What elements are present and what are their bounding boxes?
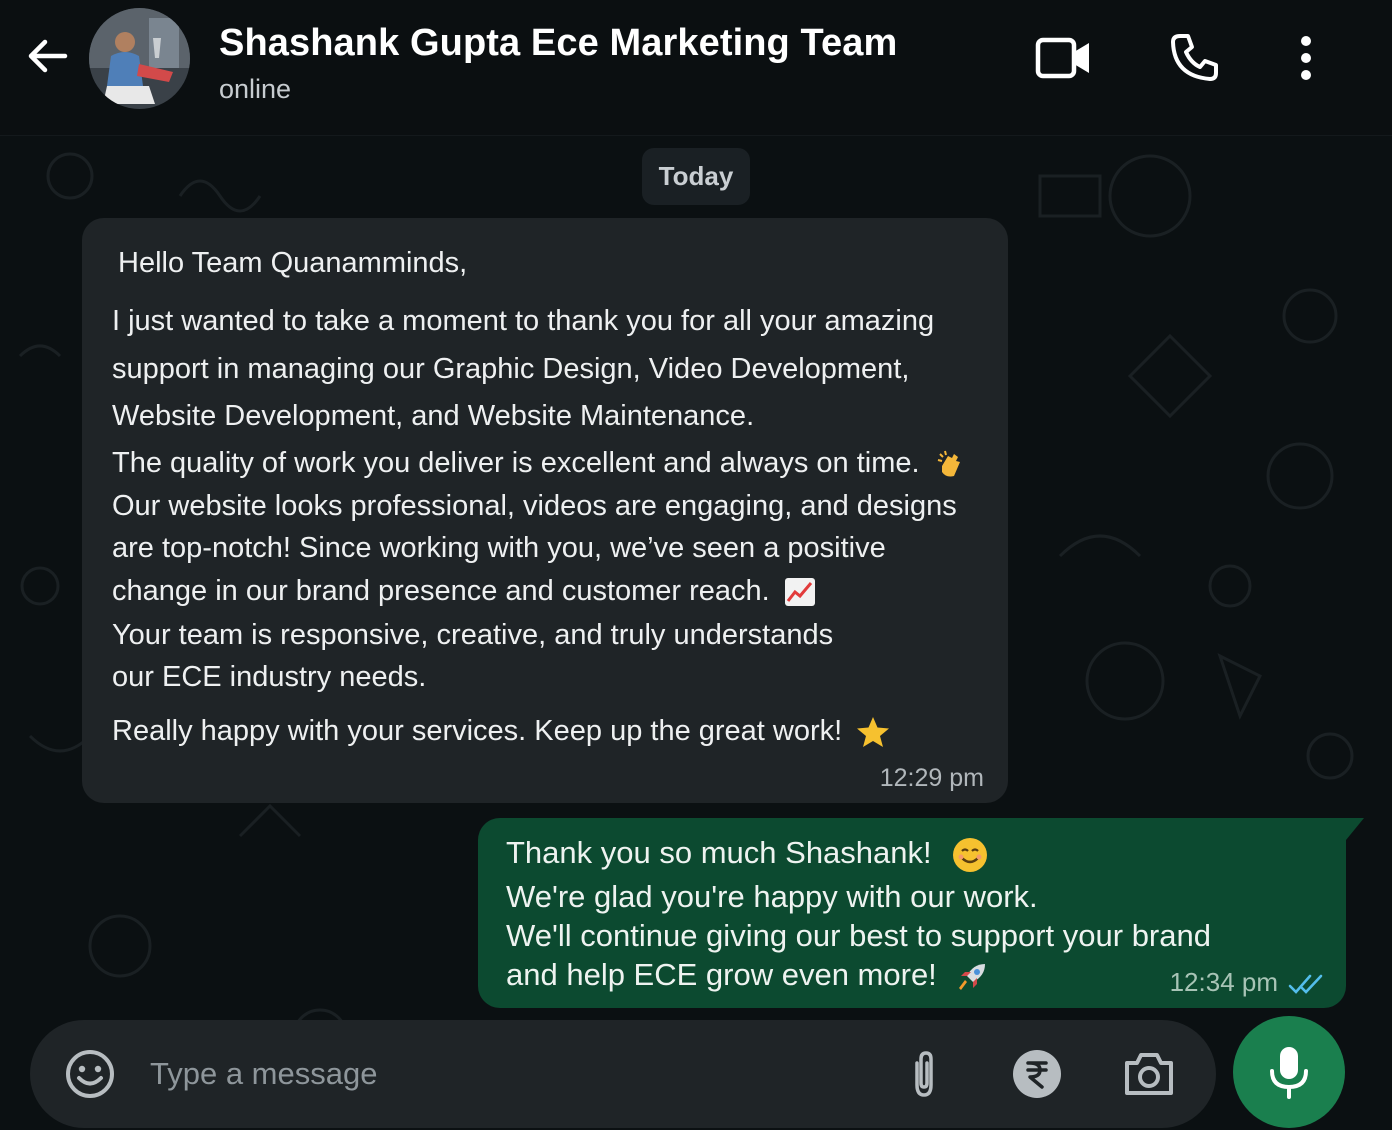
- message-composer: [30, 1020, 1216, 1128]
- video-call-button[interactable]: [1034, 28, 1094, 88]
- contact-avatar[interactable]: [89, 8, 190, 109]
- message-line-with-emoji: and help ECE grow even more!: [506, 957, 989, 994]
- message-list[interactable]: Today Hello Team Quanamminds, I just wan…: [0, 136, 1392, 1130]
- message-input[interactable]: [150, 1046, 850, 1102]
- back-arrow-icon: [28, 39, 68, 73]
- message-text: Thank you so much Shashank!: [506, 835, 932, 870]
- message-line-with-emoji: Really happy with your services. Keep up…: [112, 715, 890, 748]
- message-line: We'll continue giving our best to suppor…: [506, 918, 1211, 953]
- voice-message-button[interactable]: [1233, 1016, 1345, 1128]
- smiling-face-emoji-icon: [953, 837, 988, 872]
- emoji-icon: [66, 1050, 114, 1098]
- voice-call-button[interactable]: [1164, 28, 1224, 88]
- message-text: Really happy with your services. Keep up…: [112, 715, 843, 747]
- message-time: 12:34 pm: [1169, 967, 1278, 997]
- message-line: I just wanted to take a moment to thank …: [112, 305, 935, 337]
- message-line: Your team is responsive, creative, and t…: [112, 619, 834, 651]
- chart-increasing-emoji-icon: [784, 578, 815, 607]
- message-line: Hello Team Quanamminds,: [118, 247, 468, 279]
- attach-button[interactable]: [896, 1046, 952, 1102]
- date-chip: Today: [642, 148, 750, 205]
- message-line: are top-notch! Since working with you, w…: [112, 532, 886, 564]
- message-line-with-emoji: change in our brand presence and custome…: [112, 575, 816, 608]
- camera-button[interactable]: [1121, 1046, 1177, 1102]
- message-line: Our website looks professional, videos a…: [112, 490, 957, 522]
- contact-status: online: [219, 74, 292, 104]
- incoming-message[interactable]: Hello Team Quanamminds, I just wanted to…: [82, 218, 1008, 803]
- message-line-with-emoji: The quality of work you deliver is excel…: [112, 447, 966, 480]
- emoji-button[interactable]: [62, 1046, 118, 1102]
- message-text: The quality of work you deliver is excel…: [112, 447, 920, 479]
- star-emoji-icon: [857, 717, 890, 748]
- more-options-button[interactable]: [1276, 28, 1336, 88]
- message-time: 12:29 pm: [879, 764, 984, 792]
- back-button[interactable]: [22, 30, 74, 82]
- chat-screen: Shashank Gupta Ece Marketing Team online: [0, 0, 1392, 1130]
- mic-icon: [1270, 1047, 1308, 1099]
- message-line: We're glad you're happy with our work.: [506, 879, 1038, 914]
- attach-icon: [915, 1051, 933, 1097]
- video-call-icon: [1035, 37, 1089, 79]
- chat-header: Shashank Gupta Ece Marketing Team online: [0, 0, 1392, 136]
- message-text: change in our brand presence and custome…: [112, 575, 770, 607]
- message-line: support in managing our Graphic Design, …: [112, 353, 910, 385]
- rupee-payment-icon: [1013, 1050, 1061, 1098]
- payment-button[interactable]: [1009, 1046, 1065, 1102]
- more-options-icon: [1301, 36, 1311, 80]
- voice-call-icon: [1171, 34, 1218, 81]
- camera-icon: [1125, 1053, 1173, 1095]
- read-receipt-icon: [1288, 974, 1323, 994]
- rocket-emoji-icon: [959, 963, 986, 990]
- message-line: our ECE industry needs.: [112, 661, 427, 693]
- contact-name[interactable]: Shashank Gupta Ece Marketing Team: [219, 22, 897, 65]
- message-text: and help ECE grow even more!: [506, 957, 937, 992]
- outgoing-message[interactable]: Thank you so much Shashank! We're glad y…: [478, 818, 1364, 1008]
- clapping-hands-emoji-icon: [937, 451, 960, 477]
- bubble-tail: [1346, 818, 1364, 840]
- avatar-photo: [89, 8, 190, 109]
- message-line-with-emoji: Thank you so much Shashank!: [506, 835, 988, 873]
- message-line: Website Development, and Website Mainten…: [112, 400, 755, 432]
